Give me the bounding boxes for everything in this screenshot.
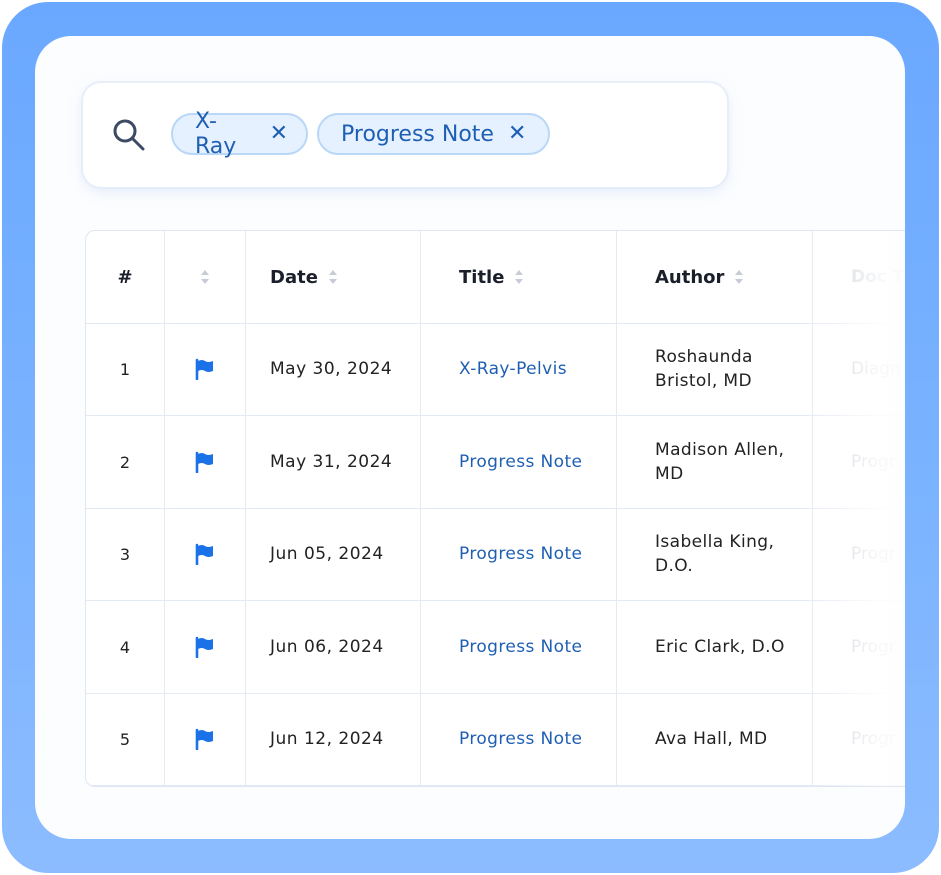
row-number: 2	[119, 452, 131, 472]
row-author: Isabella King, D.O.	[655, 532, 775, 576]
row-date: Jun 05, 2024	[270, 544, 384, 564]
row-date: Jun 12, 2024	[270, 729, 384, 749]
row-number: 5	[119, 729, 131, 749]
documents-table: # Date Title Author Doc T 1 May 30, 2024	[85, 230, 905, 787]
close-icon[interactable]: ✕	[508, 123, 526, 145]
header-date-label: Date	[270, 266, 318, 288]
filter-chip-progress-note[interactable]: Progress Note ✕	[317, 113, 550, 155]
search-icon[interactable]	[111, 117, 147, 153]
row-number: 1	[119, 359, 131, 379]
row-doc-type: Diagn	[851, 359, 901, 379]
chip-label: Progress Note	[341, 121, 494, 147]
row-author: Roshaunda Bristol, MD	[655, 347, 753, 391]
row-title-link[interactable]: Progress Note	[459, 452, 582, 472]
header-doc-type-label: Doc T	[851, 267, 905, 287]
table-row[interactable]: 2 May 31, 2024 Progress Note Madison All…	[86, 416, 905, 509]
sort-icon[interactable]	[514, 269, 524, 285]
header-title-label: Title	[459, 266, 505, 288]
card: X-Ray ✕ Progress Note ✕ # Date Title Aut…	[35, 36, 905, 839]
flag-icon[interactable]	[194, 451, 216, 473]
header-flag[interactable]	[165, 231, 246, 323]
header-doc-type[interactable]: Doc T	[813, 231, 905, 323]
row-author: Ava Hall, MD	[655, 729, 768, 749]
header-author-label: Author	[655, 266, 725, 288]
row-number: 3	[119, 544, 131, 564]
flag-icon[interactable]	[194, 636, 216, 658]
row-author: Eric Clark, D.O	[655, 637, 785, 657]
header-number: #	[86, 231, 165, 323]
row-title-link[interactable]: X-Ray-Pelvis	[459, 359, 567, 379]
sort-icon[interactable]	[328, 269, 338, 285]
row-date: Jun 06, 2024	[270, 637, 384, 657]
header-author[interactable]: Author	[617, 231, 813, 323]
header-date[interactable]: Date	[246, 231, 421, 323]
close-icon[interactable]: ✕	[270, 123, 288, 145]
chip-label: X-Ray	[195, 109, 237, 159]
table-header-row: # Date Title Author Doc T	[86, 231, 905, 324]
sort-icon[interactable]	[734, 269, 744, 285]
sort-icon[interactable]	[200, 269, 210, 285]
row-number: 4	[119, 637, 131, 657]
row-doc-type: Progr	[851, 637, 896, 657]
row-title-link[interactable]: Progress Note	[459, 729, 582, 749]
row-doc-type: Progr	[851, 452, 896, 472]
table-row[interactable]: 3 Jun 05, 2024 Progress Note Isabella Ki…	[86, 508, 905, 601]
row-date: May 31, 2024	[270, 452, 393, 472]
table-row[interactable]: 5 Jun 12, 2024 Progress Note Ava Hall, M…	[86, 693, 905, 786]
row-doc-type: Progr	[851, 544, 896, 564]
row-title-link[interactable]: Progress Note	[459, 544, 582, 564]
flag-icon[interactable]	[194, 728, 216, 750]
header-title[interactable]: Title	[421, 231, 617, 323]
search-bar[interactable]: X-Ray ✕ Progress Note ✕	[83, 83, 727, 187]
table-row[interactable]: 1 May 30, 2024 X-Ray-Pelvis Roshaunda Br…	[86, 323, 905, 416]
flag-icon[interactable]	[194, 543, 216, 565]
row-doc-type: Progr	[851, 729, 896, 749]
row-author: Madison Allen, MD	[655, 440, 785, 484]
row-date: May 30, 2024	[270, 359, 393, 379]
flag-icon[interactable]	[194, 358, 216, 380]
table-row[interactable]: 4 Jun 06, 2024 Progress Note Eric Clark,…	[86, 601, 905, 694]
row-title-link[interactable]: Progress Note	[459, 637, 582, 657]
filter-chip-xray[interactable]: X-Ray ✕	[171, 109, 308, 159]
header-number-label: #	[117, 266, 133, 288]
